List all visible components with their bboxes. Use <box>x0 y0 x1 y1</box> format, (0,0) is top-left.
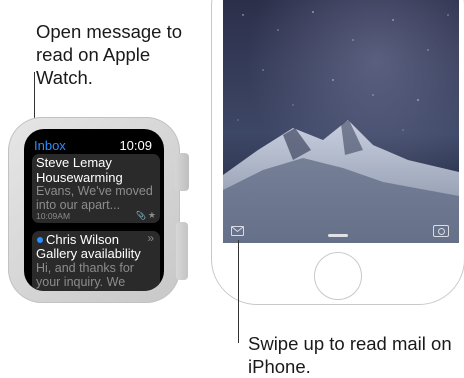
message-item-steve-lemay[interactable]: Steve Lemay Housewarming Evans, We've mo… <box>32 154 160 223</box>
digital-crown[interactable] <box>175 153 189 191</box>
message-subject: Gallery availability <box>36 246 141 261</box>
watch-callout-text: Open message to read on Apple Watch. <box>36 21 183 88</box>
iphone-callout-text: Swipe up to read mail on iPhone. <box>248 333 452 377</box>
paperclip-icon: 📎 <box>136 211 146 220</box>
chevron-right-icon: » <box>147 231 154 245</box>
wallpaper-image <box>223 0 459 243</box>
camera-icon[interactable] <box>433 225 449 237</box>
star-icon: ★ <box>147 210 156 220</box>
camera-lens <box>438 228 445 235</box>
swipe-grabber[interactable] <box>328 234 348 237</box>
unread-dot <box>37 237 43 243</box>
home-button[interactable] <box>314 252 362 300</box>
mail-icon[interactable] <box>231 226 244 236</box>
message-preview: Evans, We've moved into our apart... <box>36 184 153 212</box>
watch-clock: 10:09 <box>119 138 152 153</box>
iphone-callout-line <box>238 240 239 343</box>
inbox-title[interactable]: Inbox <box>34 138 66 153</box>
watch-screen: Inbox 10:09 Steve Lemay Housewarming Eva… <box>24 129 164 291</box>
message-sender: Steve Lemay <box>36 155 112 170</box>
side-button[interactable] <box>176 222 188 280</box>
message-subject: Housewarming <box>36 170 123 185</box>
message-item-chris-wilson[interactable]: Chris Wilson » Gallery availability Hi, … <box>32 231 160 291</box>
message-time: 10:09AM <box>36 211 71 221</box>
message-sender: Chris Wilson <box>46 232 119 247</box>
message-preview: Hi, and thanks for your inquiry. We <box>36 261 134 289</box>
iphone-lock-screen[interactable] <box>223 0 459 243</box>
